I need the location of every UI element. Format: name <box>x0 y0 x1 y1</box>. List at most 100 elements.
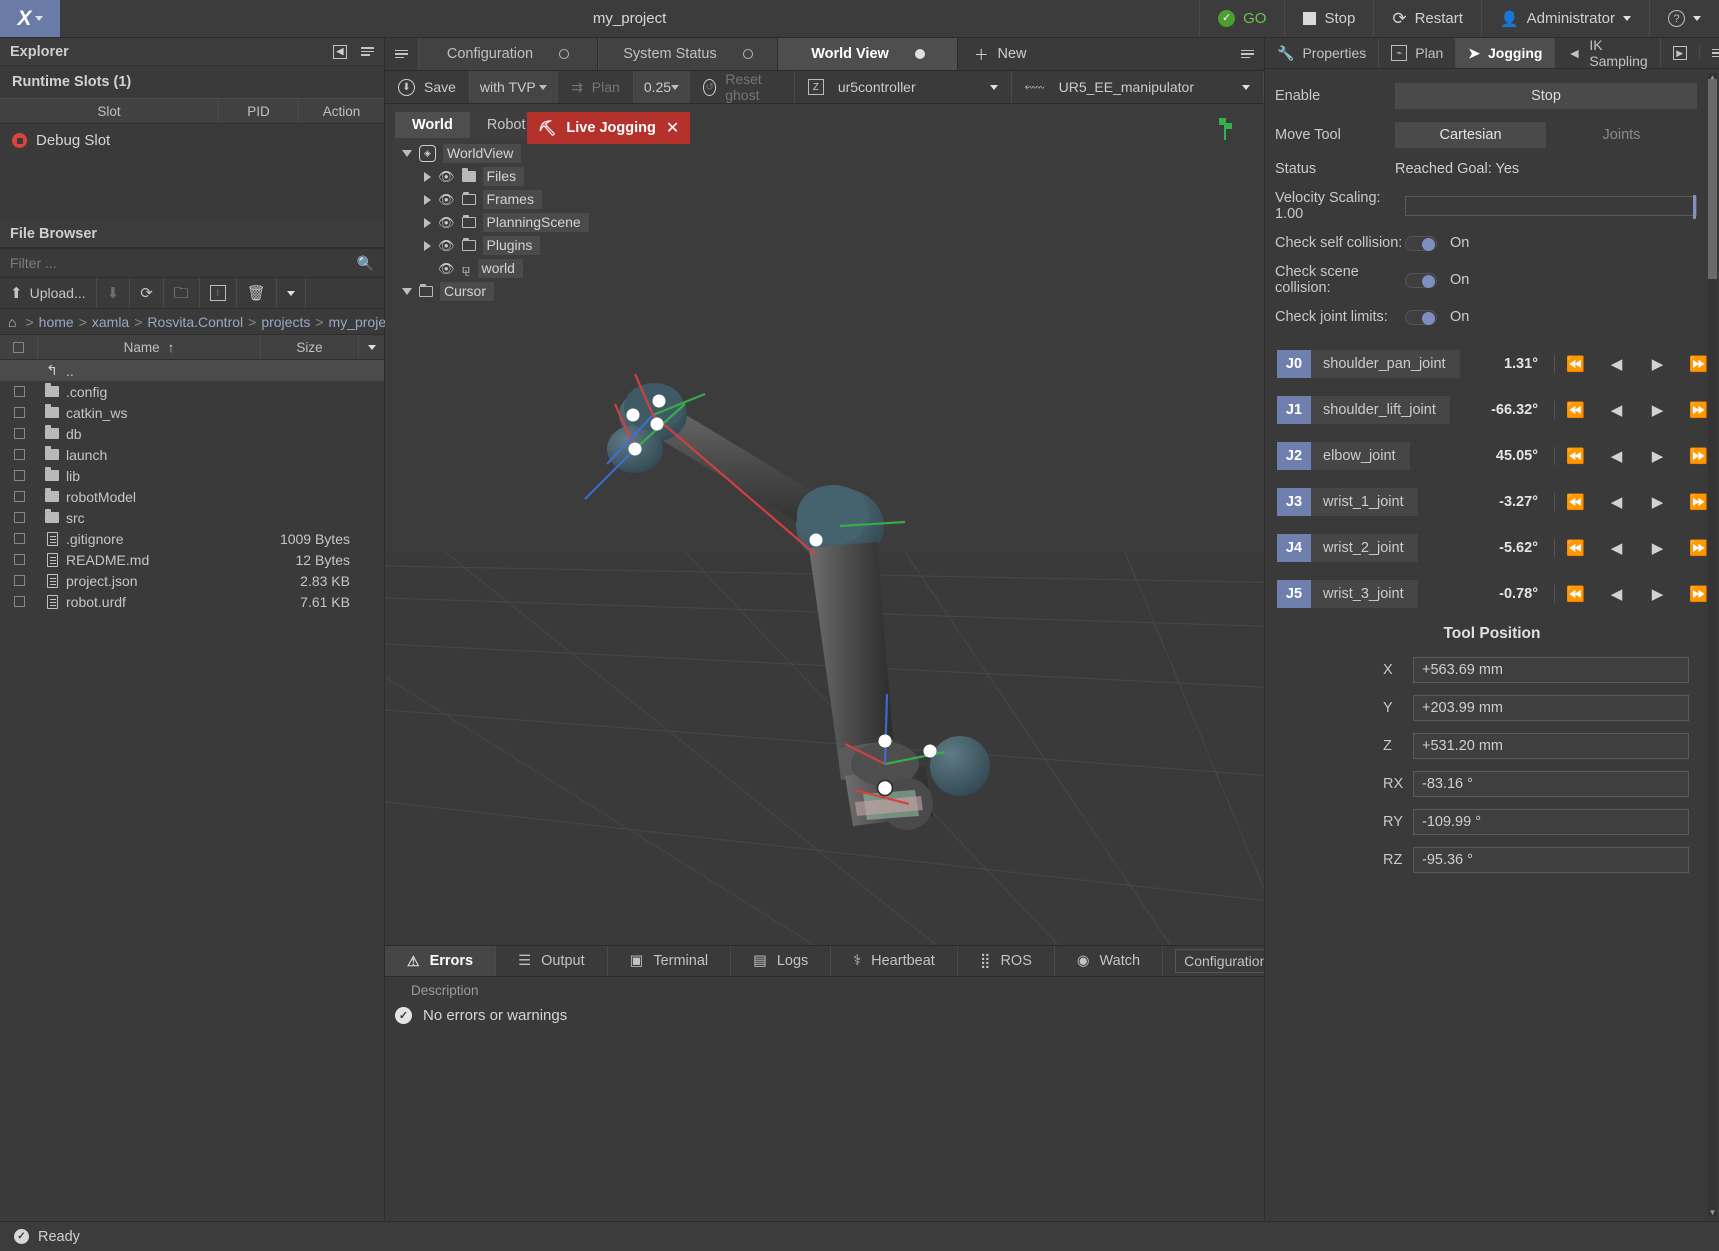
jog-forward-button[interactable]: ▶ <box>1637 401 1678 419</box>
joint-pill[interactable]: J3 wrist_1_joint <box>1277 488 1418 516</box>
app-logo-button[interactable]: X <box>0 0 60 37</box>
jog-forward-button[interactable]: ▶ <box>1637 355 1678 373</box>
joint-pill[interactable]: J5 wrist_3_joint <box>1277 580 1418 608</box>
file-row[interactable]: lib <box>0 465 384 486</box>
tree-node[interactable]: 👁 PlanningScene <box>395 211 625 234</box>
file-row[interactable]: .config <box>0 381 384 402</box>
scrollbar-thumb[interactable] <box>1708 79 1717 279</box>
jog-forward-button[interactable]: ▶ <box>1637 447 1678 465</box>
column-name[interactable]: Name ↑ <box>38 335 261 359</box>
tab-properties[interactable]: 🔧 Properties <box>1265 38 1380 68</box>
go-button[interactable]: GO <box>1199 0 1284 37</box>
delete-button[interactable]: 🗑 <box>237 278 277 308</box>
search-icon[interactable]: 🔍 <box>357 255 374 272</box>
live-jogging-banner[interactable]: ⛏ Live Jogging ✕ <box>527 112 691 144</box>
user-menu-button[interactable]: 👤 Administrator <box>1480 0 1649 37</box>
row-checkbox[interactable] <box>0 386 38 397</box>
breadcrumb-item-xamla[interactable]: xamla <box>92 314 129 330</box>
right-panel-scrollbar[interactable]: ▲ ▼ <box>1708 73 1717 1217</box>
slider-handle[interactable] <box>1693 195 1696 219</box>
file-row[interactable]: README.md 12 Bytes <box>0 549 384 570</box>
tab-world-view[interactable]: World View <box>778 38 958 70</box>
tvp-select[interactable]: with TVP <box>469 71 559 103</box>
file-row[interactable]: .gitignore 1009 Bytes <box>0 528 384 549</box>
breadcrumb-item-rosvita[interactable]: Rosvita.Control <box>147 314 243 330</box>
tab-ik-sampling[interactable]: ◄ IK Sampling <box>1555 37 1661 69</box>
explorer-menu-button[interactable] <box>361 47 374 56</box>
help-menu-button[interactable]: ? <box>1649 0 1719 37</box>
row-checkbox[interactable] <box>0 554 38 565</box>
tab-watch[interactable]: ◉ Watch <box>1054 946 1164 976</box>
row-checkbox[interactable] <box>0 470 38 481</box>
axis-input-ry[interactable] <box>1413 809 1689 835</box>
jog-fast-backward-button[interactable]: ⏪ <box>1555 447 1596 465</box>
tab-jogging[interactable]: ➤ Jogging <box>1456 38 1556 68</box>
chevron-right-icon[interactable] <box>424 171 431 182</box>
tab-system-status[interactable]: System Status <box>598 38 778 70</box>
axis-input-z[interactable] <box>1413 733 1689 759</box>
plan-value-select[interactable]: 0.25 <box>633 71 691 103</box>
endeffector-select[interactable]: ⬳ UR5_EE_manipulator <box>1012 71 1264 103</box>
jog-backward-button[interactable]: ◀ <box>1596 539 1637 557</box>
jog-fast-backward-button[interactable]: ⏪ <box>1555 585 1596 603</box>
chevron-right-icon[interactable] <box>424 194 431 205</box>
plan-button[interactable]: ⇉ Plan <box>558 71 634 103</box>
file-row[interactable]: project.json 2.83 KB <box>0 570 384 591</box>
breadcrumb-item-projects[interactable]: projects <box>261 314 310 330</box>
jog-backward-button[interactable]: ◀ <box>1596 355 1637 373</box>
rename-button[interactable]: I <box>200 278 237 308</box>
joint-pill[interactable]: J1 shoulder_lift_joint <box>1277 396 1450 424</box>
axis-input-x[interactable] <box>1413 657 1689 683</box>
file-row[interactable]: ↰.. <box>0 360 384 381</box>
file-row[interactable]: src <box>0 507 384 528</box>
axis-input-rz[interactable] <box>1413 847 1689 873</box>
toggle-switch-2[interactable] <box>1405 309 1437 325</box>
jog-backward-button[interactable]: ◀ <box>1596 447 1637 465</box>
controller-select[interactable]: Z ur5controller <box>795 71 1012 103</box>
jog-backward-button[interactable]: ◀ <box>1596 585 1637 603</box>
tree-node[interactable]: 👁 Plugins <box>395 234 625 257</box>
file-row[interactable]: robotModel <box>0 486 384 507</box>
move-tool-joints-button[interactable]: Joints <box>1546 122 1697 148</box>
tree-node[interactable]: Cursor <box>395 280 625 303</box>
velocity-scaling-slider[interactable] <box>1405 195 1697 219</box>
row-checkbox[interactable] <box>0 512 38 523</box>
joint-pill[interactable]: J4 wrist_2_joint <box>1277 534 1418 562</box>
tree-node[interactable]: ◈ WorldView <box>395 142 625 165</box>
row-checkbox[interactable] <box>0 449 38 460</box>
tab-errors[interactable]: ⚠ Errors <box>385 946 497 976</box>
visibility-eye-icon[interactable]: 👁 <box>438 215 455 231</box>
toggle-switch-0[interactable] <box>1405 235 1437 251</box>
file-row[interactable]: launch <box>0 444 384 465</box>
download-button[interactable]: ⬇ <box>97 278 131 308</box>
row-checkbox[interactable] <box>0 491 38 502</box>
move-tool-cartesian-button[interactable]: Cartesian <box>1395 122 1546 148</box>
chevron-right-icon[interactable] <box>424 217 431 228</box>
tab-output[interactable]: ☰ Output <box>496 946 608 976</box>
joint-pill[interactable]: J2 elbow_joint <box>1277 442 1410 470</box>
save-button[interactable]: ⬇ Save <box>385 71 470 103</box>
column-options-button[interactable] <box>359 335 384 359</box>
list-item[interactable]: Debug Slot <box>0 124 384 157</box>
new-folder-button[interactable]: 🗀 <box>164 278 200 308</box>
restart-button[interactable]: ⟳ Restart <box>1373 0 1481 37</box>
collapse-panel-button[interactable]: ◀ <box>333 44 347 59</box>
tab-bar-overflow-button[interactable] <box>1231 38 1264 70</box>
more-actions-button[interactable] <box>277 278 306 308</box>
close-icon[interactable]: ✕ <box>666 118 679 138</box>
tree-node[interactable]: 👁 Frames <box>395 188 625 211</box>
jog-forward-button[interactable]: ▶ <box>1637 493 1678 511</box>
column-size[interactable]: Size <box>261 335 359 359</box>
reset-ghost-button[interactable]: ↺ Reset ghost <box>690 71 795 103</box>
jog-fast-backward-button[interactable]: ⏪ <box>1555 355 1596 373</box>
enable-stop-button[interactable]: Stop <box>1395 83 1697 109</box>
jog-backward-button[interactable]: ◀ <box>1596 401 1637 419</box>
row-checkbox[interactable] <box>0 575 38 586</box>
file-row[interactable]: db <box>0 423 384 444</box>
chevron-down-icon[interactable] <box>402 150 412 157</box>
visibility-eye-icon[interactable]: 👁 <box>438 169 455 185</box>
row-checkbox[interactable] <box>0 533 38 544</box>
jog-fast-backward-button[interactable]: ⏪ <box>1555 493 1596 511</box>
stop-slot-icon[interactable] <box>12 133 27 148</box>
file-row[interactable]: robot.urdf 7.61 KB <box>0 591 384 612</box>
